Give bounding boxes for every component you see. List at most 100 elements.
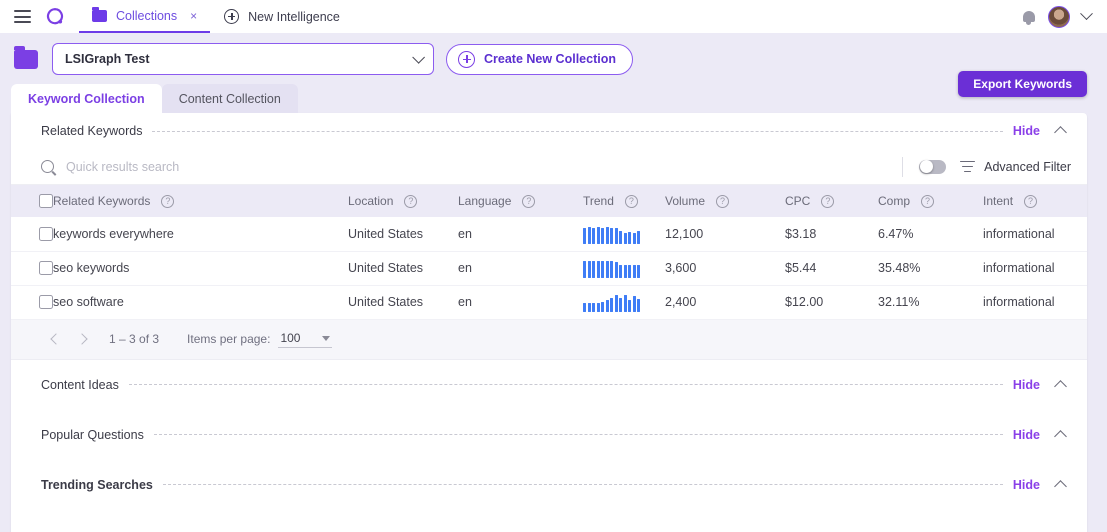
plus-circle-icon (224, 9, 240, 24)
export-keywords-button[interactable]: Export Keywords (958, 71, 1087, 97)
hamburger-icon[interactable] (14, 10, 31, 23)
search-icon (41, 160, 54, 173)
row-checkbox[interactable] (39, 226, 53, 241)
cell-comp: 6.47% (878, 226, 914, 241)
select-all-checkbox[interactable] (39, 194, 53, 208)
section-title: Popular Questions (41, 427, 144, 442)
tab-content-collection[interactable]: Content Collection (161, 84, 298, 113)
close-icon[interactable]: × (186, 9, 197, 23)
cell-volume: 12,100 (665, 226, 704, 241)
table-row[interactable]: keywords everywhere United States en 12,100… (11, 217, 1087, 251)
chevron-left-icon[interactable] (43, 326, 69, 352)
help-icon[interactable]: ? (404, 194, 418, 208)
chevron-right-icon[interactable] (69, 326, 95, 352)
help-icon[interactable]: ? (522, 194, 536, 208)
items-per-page-select[interactable]: 100 (278, 331, 333, 348)
col-comp[interactable]: Comp ? (878, 185, 983, 217)
keyword-collection-card: Related Keywords Hide Advanced Filter Re… (11, 113, 1087, 532)
divider (128, 384, 1003, 385)
divider (162, 484, 1003, 485)
tab-keyword-collection[interactable]: Keyword Collection (11, 84, 162, 113)
table-body: keywords everywhere United States en 12,100… (11, 217, 1087, 319)
browser-top-bar: Collections × New Intelligence (0, 0, 1107, 33)
chevron-down-icon[interactable] (1080, 7, 1093, 21)
table-row[interactable]: seo keywords United States en 3,600 $5.44 35.… (11, 251, 1087, 285)
collection-select[interactable]: LSIGraph Test (52, 43, 434, 75)
column-label: Trend (583, 194, 614, 208)
collection-selector-row: LSIGraph Test Create New Collection (0, 33, 1107, 83)
cell-language: en (458, 226, 472, 241)
cell-trend (583, 217, 665, 251)
cell-intent: informational (983, 295, 1055, 309)
filter-icon[interactable] (960, 160, 976, 173)
chevron-up-icon[interactable] (1054, 126, 1067, 139)
row-checkbox[interactable] (39, 261, 53, 275)
browser-tab-collections[interactable]: Collections × (79, 0, 211, 33)
col-related-keywords[interactable]: Related Keywords ? (53, 185, 348, 217)
trend-sparkline (583, 292, 665, 312)
advanced-filter-label[interactable]: Advanced Filter (984, 160, 1071, 174)
plus-circle-icon (458, 50, 475, 68)
hide-link[interactable]: Hide (1013, 124, 1040, 138)
column-label: Location (348, 194, 394, 208)
bell-icon[interactable] (1021, 9, 1036, 25)
cell-location: United States (348, 295, 424, 309)
help-icon[interactable]: ? (921, 194, 935, 208)
column-label: Related Keywords (53, 194, 151, 208)
hide-link[interactable]: Hide (1013, 428, 1040, 442)
col-cpc[interactable]: CPC ? (785, 185, 878, 217)
tab-label: Content Collection (178, 91, 281, 106)
cell-keyword: seo keywords (53, 261, 130, 275)
chevron-up-icon[interactable] (1054, 429, 1067, 443)
row-select-cell (11, 217, 53, 251)
advanced-filter-toggle[interactable] (919, 159, 947, 174)
collection-select-value: LSIGraph Test (65, 52, 150, 66)
cell-comp: 35.48% (878, 261, 921, 275)
create-new-collection-label: Create New Collection (484, 52, 616, 66)
content-ideas-section: Content Ideas Hide (11, 360, 1087, 410)
col-intent[interactable]: Intent ? (983, 185, 1087, 217)
column-label: Language (458, 194, 512, 208)
table-header-row: Related Keywords ? Location ? Language ? (11, 185, 1087, 217)
cell-cpc: $5.44 (785, 261, 817, 275)
column-label: Intent (983, 194, 1014, 208)
cell-location: United States (348, 261, 424, 275)
help-icon[interactable]: ? (161, 194, 175, 208)
divider (902, 156, 904, 177)
divider (152, 130, 1003, 132)
quick-search-row: Advanced Filter (11, 149, 1087, 185)
col-volume[interactable]: Volume ? (665, 185, 785, 217)
chevron-up-icon[interactable] (1054, 379, 1067, 393)
search-input[interactable] (66, 159, 899, 174)
hide-link[interactable]: Hide (1013, 478, 1040, 492)
column-label: Volume (665, 194, 706, 208)
help-icon[interactable]: ? (821, 194, 835, 208)
table-row[interactable]: seo software United States en 2,400 $12.00 32… (11, 285, 1087, 319)
popular-questions-section: Popular Questions Hide (11, 410, 1087, 460)
help-icon[interactable]: ? (624, 194, 638, 208)
col-location[interactable]: Location ? (348, 185, 458, 217)
table-header: Related Keywords ? Location ? Language ? (11, 185, 1087, 217)
table-paginator: 1 – 3 of 3 Items per page: 100 (11, 319, 1087, 360)
folder-icon (14, 45, 38, 69)
cell-intent: informational (983, 226, 1055, 241)
cell-trend (583, 251, 665, 285)
hide-link[interactable]: Hide (1013, 378, 1040, 392)
col-trend[interactable]: Trend ? (583, 185, 665, 217)
create-new-collection-button[interactable]: Create New Collection (446, 43, 633, 75)
section-title: Trending Searches (41, 477, 153, 492)
user-avatar[interactable] (1048, 5, 1070, 28)
help-icon[interactable]: ? (716, 194, 730, 208)
browser-tab-new-intelligence[interactable]: New Intelligence (210, 0, 354, 33)
chevron-up-icon[interactable] (1054, 479, 1067, 493)
items-per-page-label: Items per page: (187, 332, 271, 346)
related-keywords-table: Related Keywords ? Location ? Language ? (11, 185, 1087, 320)
col-language[interactable]: Language ? (458, 185, 583, 217)
section-title: Content Ideas (41, 377, 119, 392)
row-checkbox[interactable] (39, 295, 53, 309)
help-icon[interactable]: ? (1024, 194, 1038, 208)
collection-tabs: Keyword Collection Content Collection Ex… (0, 71, 1107, 113)
app-logo-icon[interactable] (45, 7, 65, 27)
cell-intent: informational (983, 261, 1055, 275)
cell-keyword: keywords everywhere (53, 226, 174, 241)
